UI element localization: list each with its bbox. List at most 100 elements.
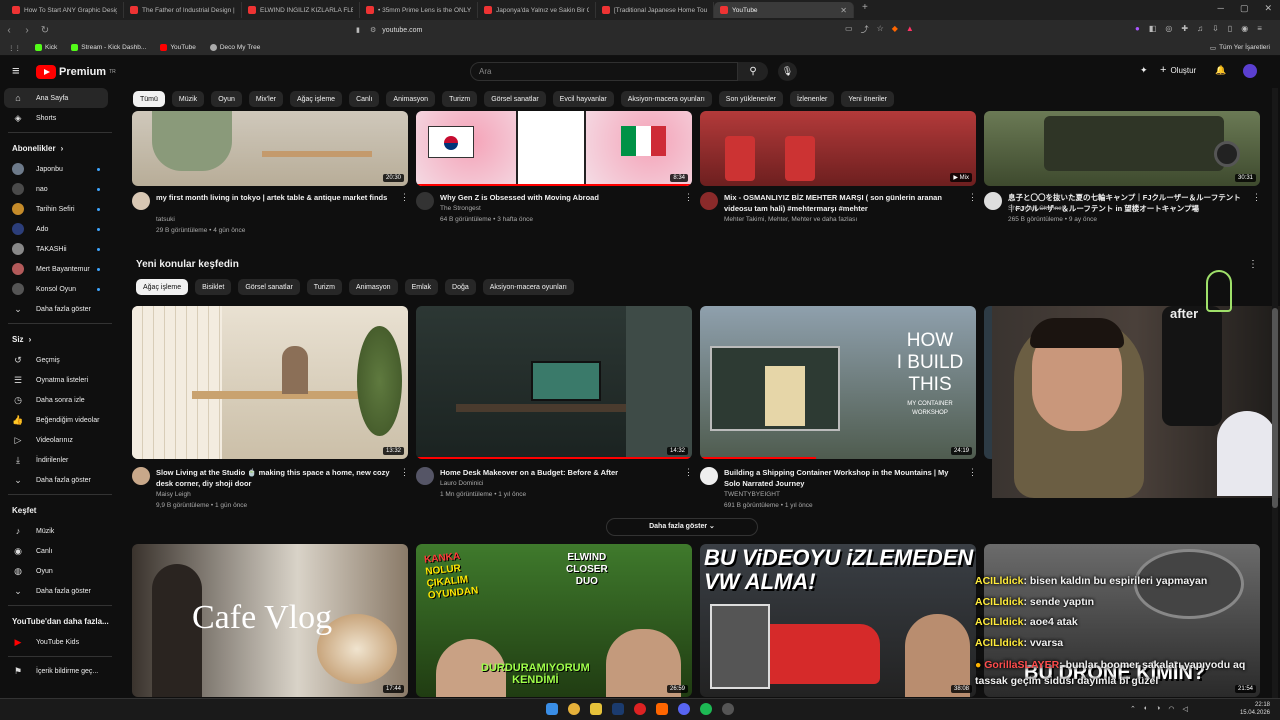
extension-icon[interactable]: ● — [1135, 24, 1140, 33]
channel-name[interactable]: The Strongest — [440, 203, 680, 214]
back-icon[interactable]: ‹ — [0, 25, 18, 36]
video-thumbnail[interactable]: ▶ Mix — [700, 111, 976, 186]
section-more-icon[interactable]: ⋮ — [1248, 259, 1258, 270]
sidebar-show-more-you[interactable]: ⌄ Daha fazla göster — [0, 470, 120, 490]
channel-avatar[interactable] — [416, 467, 434, 485]
video-more-icon[interactable]: ⋮ — [684, 467, 693, 478]
bookmark-kick-dashboard[interactable]: Stream - Kick Dashb... — [71, 44, 146, 51]
bookmark-star-icon[interactable]: ☆ — [877, 24, 884, 35]
browser-tab[interactable]: How To Start ANY Graphic Design Fr — [6, 2, 124, 18]
sidebar-subscription[interactable]: nao — [0, 179, 120, 199]
channel-avatar[interactable] — [132, 192, 150, 210]
video-thumbnail[interactable]: 30:31 — [984, 111, 1260, 186]
video-more-icon[interactable]: ⋮ — [1252, 192, 1261, 203]
cast-icon[interactable]: ▭ — [845, 24, 853, 35]
channel-name[interactable]: TWENTYBYEIGHT — [724, 489, 964, 500]
filter-chip[interactable]: Yeni öneriler — [841, 91, 895, 107]
tray-app-icon[interactable]: ◐ — [1144, 705, 1148, 713]
channel-avatar[interactable] — [700, 192, 718, 210]
search-button[interactable]: ⚲ — [738, 62, 768, 81]
sidebar-item[interactable]: 👍 Beğendiğim videolar — [0, 410, 120, 430]
sidebar-item-report[interactable]: ⚑ İçerik bildirme geç... — [0, 661, 120, 681]
browser-tab[interactable]: The Father of Industrial Design | Dan — [124, 2, 242, 18]
subscriptions-heading[interactable]: Abonelikler › — [0, 137, 120, 159]
omnibox[interactable]: ▮ ⚙ youtube.com — [356, 23, 910, 37]
channel-name[interactable]: Lauro Dominici — [440, 478, 680, 489]
file-explorer-icon[interactable] — [590, 703, 602, 715]
topic-chip[interactable]: Bisiklet — [195, 279, 232, 295]
search-input[interactable]: Ara — [470, 62, 738, 81]
topic-chip[interactable]: Ağaç işleme — [136, 279, 189, 295]
video-thumbnail[interactable]: 8:34 — [416, 111, 692, 186]
channel-avatar[interactable] — [700, 467, 718, 485]
sidebar-item[interactable]: ↺ Geçmiş — [0, 350, 120, 370]
sidebar-item[interactable]: ◍ Oyun — [0, 561, 120, 581]
filter-chip[interactable]: Oyun — [211, 91, 242, 107]
filter-chip[interactable]: Görsel sanatlar — [484, 91, 546, 107]
sidebar-item[interactable]: ⤓ İndirilenler — [0, 450, 120, 470]
bookmark-youtube[interactable]: YouTube — [160, 44, 196, 51]
scrollbar[interactable] — [1272, 88, 1278, 698]
channel-avatar[interactable] — [984, 192, 1002, 210]
bookmark-icon[interactable]: ▮ — [356, 26, 360, 34]
avatar[interactable] — [1243, 64, 1257, 78]
hamburger-menu-icon[interactable]: ≡ — [12, 63, 20, 78]
close-tab-icon[interactable]: ✕ — [840, 6, 847, 15]
chrome-icon[interactable] — [568, 703, 580, 715]
channel-name[interactable]: Mehter Takimi, Mehter, Mehter ve daha fa… — [724, 214, 964, 225]
brave-shield-icon[interactable]: ◆ — [892, 24, 898, 35]
video-thumbnail[interactable]: BU ViDEOYU iZLEMEDEN VW ALMA! 38:08 — [700, 544, 976, 697]
channel-avatar[interactable] — [416, 192, 434, 210]
channel-avatar[interactable] — [132, 467, 150, 485]
sidebar-subscription[interactable]: Konsol Oyun — [0, 279, 120, 299]
discord-icon[interactable] — [678, 703, 690, 715]
browser-tab[interactable]: ELWIND İNGİLİZ KIZLARLA FLEX GİRİ — [242, 2, 360, 18]
taskbar-clock[interactable]: 22:18 15.04.2026 — [1240, 701, 1270, 717]
url-text[interactable]: youtube.com — [382, 27, 422, 34]
obs-icon[interactable] — [722, 703, 734, 715]
video-thumbnail[interactable]: HOW I BUILD THIS MY CONTAINER WORKSHOP 2… — [700, 306, 976, 459]
share-icon[interactable]: ⤴ — [861, 24, 869, 35]
site-info-icon[interactable]: ⚙ — [370, 26, 376, 34]
filter-chip[interactable]: Müzik — [171, 91, 205, 107]
sidebar-subscription[interactable]: Mert Bayantemur — [0, 259, 120, 279]
browser-tab[interactable]: Japonya'da Yalnız ve Sakin Bir Gün | — [478, 2, 596, 18]
sidebar-toggle-icon[interactable]: ▯ — [1228, 24, 1232, 33]
volume-icon[interactable]: ◁ — [1182, 705, 1187, 713]
video-more-icon[interactable]: ⋮ — [400, 192, 409, 203]
video-more-icon[interactable]: ⋮ — [968, 467, 977, 478]
show-more-button[interactable]: Daha fazla göster ⌄ — [606, 518, 758, 536]
all-bookmarks[interactable]: ▭ Tüm Yer İşaretleri — [1210, 44, 1270, 52]
wifi-icon[interactable]: ◠ — [1168, 705, 1174, 713]
filter-chip[interactable]: Canlı — [349, 91, 380, 107]
notifications-bell-icon[interactable]: 🔔 — [1215, 65, 1226, 76]
topic-chip[interactable]: Doğa — [445, 279, 476, 295]
topic-chip[interactable]: Animasyon — [348, 279, 398, 295]
video-title[interactable]: Slow Living at the Studio 🍵 making this … — [156, 467, 396, 489]
steam-icon[interactable] — [612, 703, 624, 715]
tray-app-icon[interactable]: ◑ — [1156, 705, 1160, 713]
youtube-logo[interactable]: Premium TR — [36, 65, 116, 79]
video-title[interactable]: Home Desk Makeover on a Budget: Before &… — [440, 467, 680, 478]
windows-start-icon[interactable] — [546, 703, 558, 715]
sidebar-item[interactable]: ◉ Canlı — [0, 541, 120, 561]
close-window-icon[interactable]: ✕ — [1264, 3, 1272, 14]
opera-icon[interactable] — [634, 703, 646, 715]
filter-chip[interactable]: Evcil hayvanlar — [552, 91, 614, 107]
filter-chip[interactable]: Ağaç işleme — [289, 91, 343, 107]
filter-chip[interactable]: Turizm — [442, 91, 478, 107]
you-heading[interactable]: Siz › — [0, 328, 120, 350]
menu-icon[interactable]: ≡ — [1257, 24, 1262, 33]
channel-name[interactable]: tatsuki — [156, 214, 396, 225]
new-tab-icon[interactable]: + — [854, 2, 868, 18]
sidebar-item-shorts[interactable]: ◈ Shorts — [0, 108, 120, 128]
download-bar-icon[interactable]: ⇩ — [1212, 24, 1219, 33]
filter-chip[interactable]: Tümü — [133, 91, 165, 107]
forward-icon[interactable]: › — [18, 25, 36, 36]
video-more-icon[interactable]: ⋮ — [400, 467, 409, 478]
tab-active[interactable]: YouTube ✕ — [714, 2, 854, 18]
filter-chip[interactable]: Son yüklenenler — [718, 91, 783, 107]
video-more-icon[interactable]: ⋮ — [684, 192, 693, 203]
video-thumbnail[interactable]: KANKA NOLUR ÇIKALIM OYUNDAN ELWIND CLOSE… — [416, 544, 692, 697]
topic-chip[interactable]: Görsel sanatlar — [238, 279, 300, 295]
